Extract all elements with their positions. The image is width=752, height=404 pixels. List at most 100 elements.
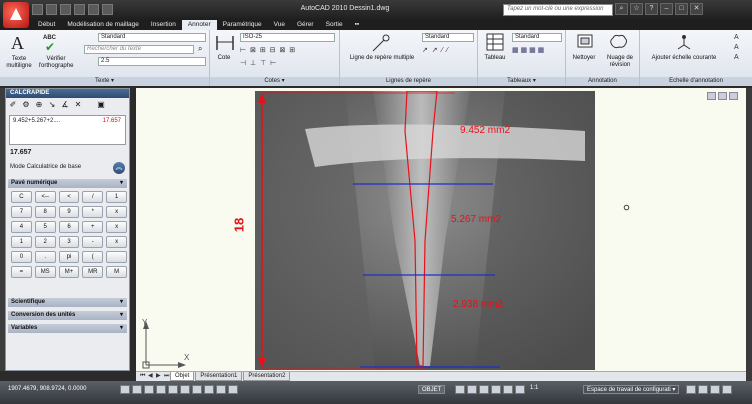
quickview-layouts-icon[interactable] — [455, 385, 465, 394]
tab-annoter[interactable]: Annoter — [181, 20, 217, 30]
steeringwheel-icon[interactable] — [503, 385, 513, 394]
close-icon[interactable] — [729, 92, 738, 100]
text-style-select[interactable]: Standard — [98, 33, 206, 42]
tab-modelisation[interactable]: Modélisation de maillage — [61, 20, 145, 30]
key[interactable]: 0 — [11, 251, 32, 263]
get-coordinates-icon[interactable]: ⊕ — [34, 100, 44, 110]
help-search-input[interactable]: Tapez un mot-clé ou une expression — [503, 4, 613, 16]
add-current-scale-button[interactable]: Ajouter échelle courante — [642, 55, 726, 62]
key[interactable]: * — [82, 206, 104, 218]
tab-vue[interactable]: Vue — [268, 20, 291, 30]
key[interactable]: 1 — [11, 236, 32, 248]
table-style-select[interactable]: Standard — [512, 33, 562, 42]
help-icon[interactable]: ? — [645, 3, 658, 15]
area-label-2[interactable]: 5.267 mm2 — [451, 214, 501, 225]
close-icon[interactable]: ✕ — [690, 3, 703, 15]
minimize-icon[interactable] — [707, 92, 716, 100]
panel-title-reperes[interactable]: Lignes de repère — [340, 77, 477, 86]
key[interactable]: 9 — [58, 206, 80, 218]
polar-icon[interactable] — [156, 385, 166, 394]
dimension-icon[interactable] — [215, 34, 235, 52]
leader-style-select[interactable]: Standard — [422, 33, 474, 42]
section-variables[interactable]: Variables ▾ — [8, 324, 127, 333]
key[interactable]: = — [11, 266, 32, 278]
prev-layout-icon[interactable]: ◀ — [148, 373, 155, 380]
hardware-accel-icon[interactable] — [698, 385, 708, 394]
dimension-value-text[interactable]: 18 — [232, 218, 246, 232]
key[interactable]: MS — [34, 266, 56, 278]
key[interactable]: x — [106, 221, 127, 233]
tab-presentation2[interactable]: Présentation2 — [243, 372, 291, 381]
panel-title-texte[interactable]: Texte ▾ — [0, 77, 209, 86]
key[interactable]: ( — [82, 251, 104, 263]
tab-insertion[interactable]: Insertion — [145, 20, 182, 30]
key[interactable]: M+ — [58, 266, 80, 278]
ortho-icon[interactable] — [144, 385, 154, 394]
clean-screen-icon[interactable] — [576, 33, 594, 51]
calc-history-display[interactable]: 9.452+5.267+2.... 17.657 — [9, 115, 126, 145]
maximize-icon[interactable] — [718, 92, 727, 100]
coordinates-readout[interactable]: 1907.4679, 908.9724, 0.0000 — [8, 386, 86, 392]
key[interactable]: / — [82, 191, 104, 203]
key[interactable]: 1 — [106, 191, 127, 203]
multileader-icon[interactable] — [370, 33, 392, 53]
key[interactable]: 2 — [34, 236, 56, 248]
minimize-icon[interactable]: – — [660, 3, 673, 15]
area-label-1[interactable]: 9.452 mm2 — [460, 125, 510, 136]
key[interactable]: 5 — [34, 221, 56, 233]
spell-check-button[interactable]: Vérifier l'orthographe — [36, 56, 76, 70]
qp-icon[interactable] — [228, 385, 238, 394]
dim-tools-row-2[interactable]: ⊣ ⊥ ⊤ ⊢ — [240, 59, 277, 67]
panel-title-cotes[interactable]: Cotes ▾ — [210, 77, 339, 86]
osnap-icon[interactable] — [168, 385, 178, 394]
panel-title-echelle[interactable]: Echelle d'annotation — [640, 77, 752, 86]
annotation-scale-icon[interactable] — [674, 33, 694, 51]
clear-icon[interactable]: ✐ — [8, 100, 18, 110]
tab-gerer[interactable]: Gérer — [291, 20, 320, 30]
tab-parametrique[interactable]: Paramétrique — [217, 20, 268, 30]
application-menu-button[interactable] — [3, 2, 29, 28]
key[interactable]: x — [106, 206, 127, 218]
check-icon[interactable]: ✔ — [45, 40, 55, 54]
key[interactable]: + — [82, 221, 104, 233]
find-text-input[interactable]: Rechercher du texte — [84, 45, 194, 54]
key[interactable]: 4 — [11, 221, 32, 233]
scale-tools[interactable]: AAA — [734, 33, 739, 63]
tab-sortie[interactable]: Sortie — [320, 20, 349, 30]
area-label-3[interactable]: 2.938 mm2 — [453, 299, 503, 310]
key[interactable]: C — [11, 191, 32, 203]
revision-cloud-button[interactable]: Nuage de révision — [601, 55, 639, 69]
isolate-icon[interactable] — [710, 385, 720, 394]
tab-debut[interactable]: Début — [32, 20, 61, 30]
table-tools[interactable]: ▦ ▦ ▦ ▦ — [512, 46, 544, 54]
redo-icon[interactable] — [88, 4, 99, 15]
ducs-icon[interactable] — [192, 385, 202, 394]
showmotion-icon[interactable] — [515, 385, 525, 394]
angle-icon[interactable]: ∡ — [60, 100, 70, 110]
panel-title-tableaux[interactable]: Tableaux ▾ — [478, 77, 565, 86]
workspace-switcher[interactable]: Espace de travail de configurati ▾ — [583, 385, 680, 394]
tab-extra-icon[interactable]: ▪▪ — [349, 20, 366, 30]
dim-tools-row-1[interactable]: ⊢ ⊠ ⊞ ⊟ ⊠ ⊞ — [240, 46, 296, 54]
intersection-icon[interactable]: ✕ — [73, 100, 83, 110]
lock-icon[interactable] — [686, 385, 696, 394]
multileader-button[interactable]: Ligne de repère multiple — [342, 55, 422, 62]
star-icon[interactable]: ☆ — [630, 3, 643, 15]
key[interactable]: M — [106, 266, 127, 278]
dyn-icon[interactable] — [204, 385, 214, 394]
quickview-drawings-icon[interactable] — [467, 385, 477, 394]
dim-style-select[interactable]: ISO-25 — [240, 33, 335, 42]
otrack-icon[interactable] — [180, 385, 190, 394]
key[interactable]: < — [58, 191, 80, 203]
key[interactable]: x — [106, 236, 127, 248]
calc-result[interactable]: 17.657 — [10, 149, 31, 156]
new-icon[interactable] — [32, 4, 43, 15]
dimension-button[interactable]: Cote — [212, 55, 236, 62]
clean-screen-icon[interactable] — [722, 385, 732, 394]
key[interactable]: 8 — [34, 206, 56, 218]
key[interactable]: . — [34, 251, 56, 263]
section-numeric-keypad[interactable]: Pavé numérique ▾ — [8, 179, 127, 188]
undo-icon[interactable] — [74, 4, 85, 15]
grid-icon[interactable] — [132, 385, 142, 394]
key[interactable]: <-- — [34, 191, 56, 203]
